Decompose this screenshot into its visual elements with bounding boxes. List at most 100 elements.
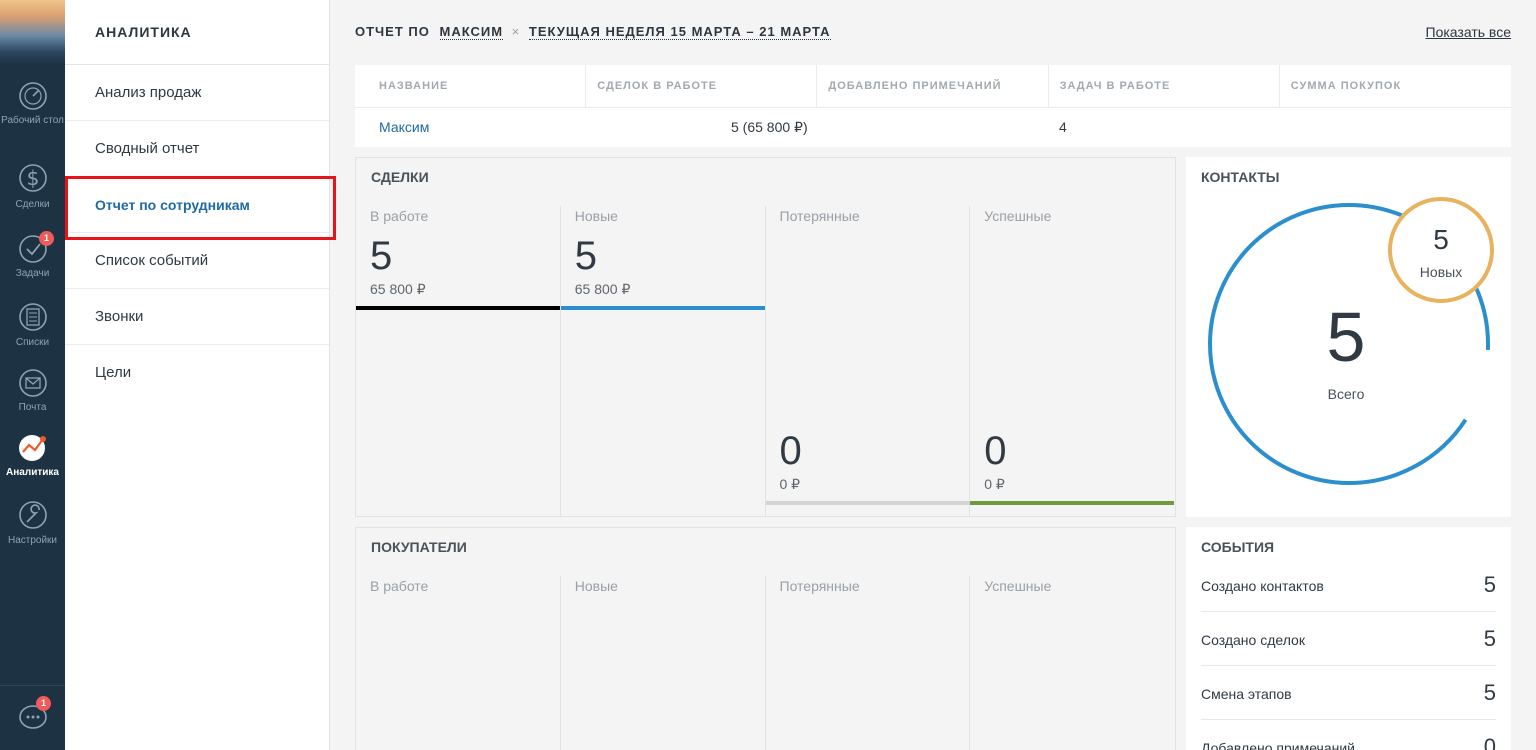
subnav-item-employee-report[interactable]: Отчет по сотрудникам <box>65 176 336 240</box>
contacts-title: КОНТАКТЫ <box>1201 169 1280 185</box>
event-value: 0 <box>1483 734 1496 750</box>
subnav-item-sales-analysis[interactable]: Анализ продаж <box>65 65 329 121</box>
buyers-title: ПОКУПАТЕЛИ <box>371 539 467 555</box>
list-item: Смена этапов 5 <box>1201 666 1496 720</box>
rail-item-analytics[interactable]: Аналитика <box>0 432 65 498</box>
column-sum: 65 800 ₽ <box>370 281 426 297</box>
list-item: Создано контактов 5 <box>1201 558 1496 612</box>
rail-label: Сделки <box>15 199 50 210</box>
main-content: ОТЧЕТ ПО МАКСИМ × ТЕКУЩАЯ НЕДЕЛЯ 15 МАРТ… <box>330 0 1536 750</box>
clear-user-filter-icon[interactable]: × <box>512 24 521 39</box>
summary-table: НАЗВАНИЕ СДЕЛОК В РАБОТЕ ДОБАВЛЕНО ПРИМЕ… <box>355 65 1511 147</box>
column-header[interactable]: СДЕЛОК В РАБОТЕ <box>586 65 818 107</box>
column-label: В работе <box>370 208 429 224</box>
event-label: Добавлено примечаний <box>1201 740 1355 750</box>
event-value: 5 <box>1483 680 1496 705</box>
tasks-badge: 1 <box>39 231 54 246</box>
rail-label: Рабочий стол <box>1 115 64 126</box>
contacts-card: КОНТАКТЫ 5 Всего 5 Новых <box>1186 157 1511 517</box>
buyers-column-in-progress[interactable]: В работе <box>356 576 561 750</box>
buyers-column-won[interactable]: Успешные <box>970 576 1175 750</box>
deals-column-won[interactable]: Успешные 0 0 ₽ <box>970 206 1175 516</box>
subnav-item-events-list[interactable]: Список событий <box>65 233 329 289</box>
column-sum: 65 800 ₽ <box>574 281 631 297</box>
buyers-card: ПОКУПАТЕЛИ В работе Новые Потерянные Усп… <box>355 527 1176 750</box>
column-bar <box>356 306 560 310</box>
column-header[interactable]: ЗАДАЧ В РАБОТЕ <box>1049 65 1280 107</box>
period-filter[interactable]: ТЕКУЩАЯ НЕДЕЛЯ 15 МАРТА – 21 МАРТА <box>528 24 831 40</box>
column-label: Потерянные <box>779 578 860 594</box>
event-label: Создано контактов <box>1201 578 1324 594</box>
column-bar <box>970 501 1175 505</box>
wrench-icon <box>18 501 47 529</box>
rail-item-deals[interactable]: $ Сделки <box>0 160 65 226</box>
events-card: СОБЫТИЯ Создано контактов 5 Создано сдел… <box>1186 527 1511 750</box>
employee-name-link[interactable]: Максим <box>379 119 429 135</box>
rail-item-mail[interactable]: Почта <box>0 367 65 433</box>
dashboard-icon <box>18 82 47 110</box>
deals-columns: В работе 5 65 800 ₽ Новые 5 65 800 ₽ Пот… <box>356 206 1175 516</box>
user-filter[interactable]: МАКСИМ <box>439 24 504 40</box>
deals-in-progress-value: 5 (65 800 ₽) <box>731 119 808 135</box>
event-value: 5 <box>1483 626 1496 651</box>
rail-label: Почта <box>18 402 47 413</box>
analytics-subnav: АНАЛИТИКА Анализ продаж Сводный отчет От… <box>65 0 336 750</box>
subnav-item-summary-report[interactable]: Сводный отчет <box>65 121 329 177</box>
table-row: Максим 5 (65 800 ₽) 4 <box>355 108 1511 146</box>
deals-column-lost[interactable]: Потерянные 0 0 ₽ <box>765 206 971 516</box>
rail-label: Аналитика <box>6 467 59 478</box>
summary-header-row: НАЗВАНИЕ СДЕЛОК В РАБОТЕ ДОБАВЛЕНО ПРИМЕ… <box>355 65 1511 108</box>
deals-column-in-progress[interactable]: В работе 5 65 800 ₽ <box>356 206 561 516</box>
report-filter-bar: ОТЧЕТ ПО МАКСИМ × ТЕКУЩАЯ НЕДЕЛЯ 15 МАРТ… <box>355 24 1511 44</box>
rail-label: Настройки <box>7 535 58 546</box>
report-prefix: ОТЧЕТ ПО <box>355 24 430 39</box>
list-item: Добавлено примечаний 0 <box>1201 720 1496 750</box>
event-label: Создано сделок <box>1201 632 1305 648</box>
buyers-columns: В работе Новые Потерянные Успешные <box>356 576 1175 750</box>
analytics-icon <box>18 435 46 461</box>
column-bar <box>560 306 765 310</box>
column-label: Новые <box>574 208 618 224</box>
column-count: 5 <box>574 234 597 278</box>
column-label: Новые <box>574 578 618 594</box>
rail-item-settings[interactable]: Настройки <box>0 498 65 564</box>
chat-button[interactable]: 1 <box>0 685 65 750</box>
subnav-title: АНАЛИТИКА <box>65 0 329 65</box>
account-avatar[interactable] <box>0 0 65 65</box>
rail-item-lists[interactable]: Списки <box>0 300 65 366</box>
rail-label: Задачи <box>15 268 50 279</box>
subnav-item-calls[interactable]: Звонки <box>65 289 329 345</box>
event-value: 5 <box>1483 572 1496 597</box>
column-header[interactable]: НАЗВАНИЕ <box>355 65 587 107</box>
column-count: 5 <box>370 234 393 278</box>
mail-icon <box>18 369 47 397</box>
app-rail: Рабочий стол $ Сделки 1 Задачи Списки По… <box>0 0 65 750</box>
column-count: 0 <box>779 429 802 473</box>
deals-column-new[interactable]: Новые 5 65 800 ₽ <box>560 206 766 516</box>
column-label: Успешные <box>984 578 1052 594</box>
event-label: Смена этапов <box>1201 686 1292 702</box>
deals-card: СДЕЛКИ В работе 5 65 800 ₽ Новые 5 65 80… <box>355 157 1176 517</box>
show-all-link[interactable]: Показать все <box>1426 24 1511 40</box>
column-header[interactable]: ДОБАВЛЕНО ПРИМЕЧАНИЙ <box>817 65 1049 107</box>
new-contacts-label: Новых <box>1419 264 1463 280</box>
svg-text:$: $ <box>26 166 39 190</box>
buyers-column-new[interactable]: Новые <box>561 576 766 750</box>
column-header[interactable]: СУММА ПОКУПОК <box>1280 65 1511 107</box>
buyers-column-lost[interactable]: Потерянные <box>766 576 971 750</box>
tasks-in-progress-value: 4 <box>1059 119 1067 135</box>
rail-label: Списки <box>15 337 50 348</box>
column-label: Потерянные <box>779 208 860 224</box>
column-label: Успешные <box>984 208 1052 224</box>
column-count: 0 <box>984 429 1007 473</box>
total-contacts-value: 5 <box>1326 298 1366 376</box>
chat-badge: 1 <box>36 696 51 711</box>
list-icon <box>18 303 47 331</box>
rail-item-dashboard[interactable]: Рабочий стол <box>0 80 65 146</box>
rail-item-tasks[interactable]: 1 Задачи <box>0 231 65 299</box>
subnav-item-goals[interactable]: Цели <box>65 345 329 401</box>
events-title: СОБЫТИЯ <box>1201 539 1275 555</box>
column-bar <box>765 501 970 505</box>
new-contacts-value: 5 <box>1433 224 1449 255</box>
deals-title: СДЕЛКИ <box>371 169 429 185</box>
